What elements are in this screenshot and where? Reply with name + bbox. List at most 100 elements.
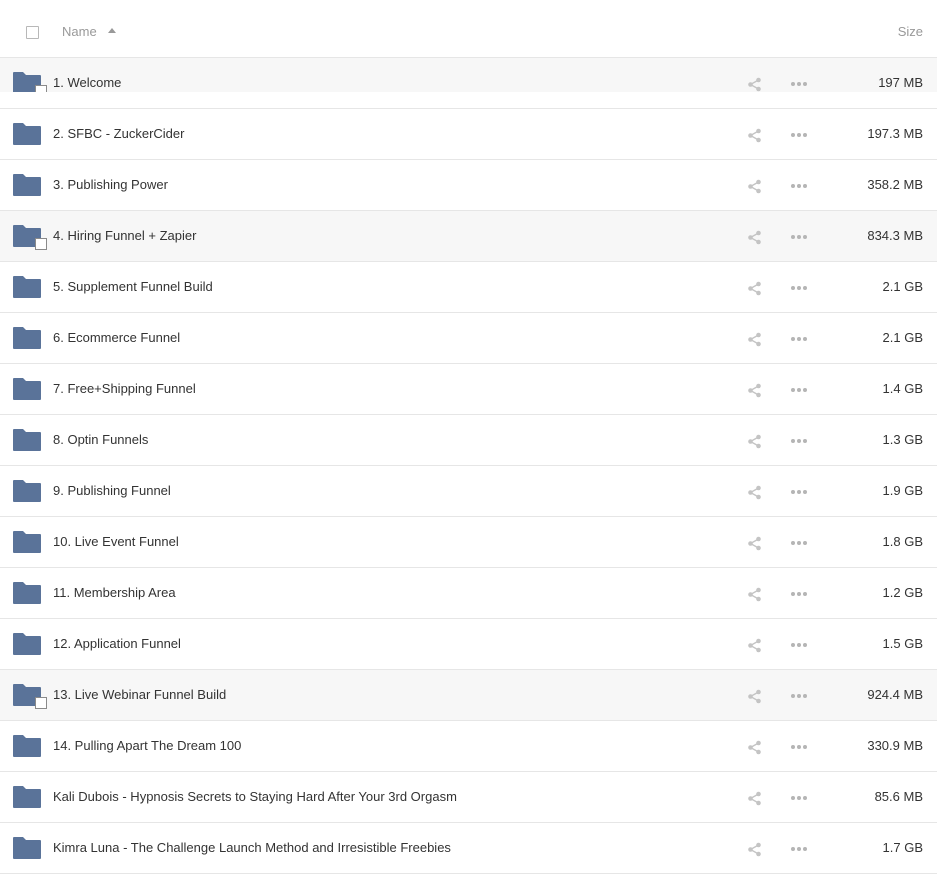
more-options-icon[interactable]	[791, 540, 807, 546]
sort-ascending-icon	[107, 28, 116, 33]
file-size: 358.2 MB	[867, 177, 923, 192]
file-row[interactable]: Kali Dubois - Hypnosis Secrets to Stayin…	[0, 772, 937, 823]
more-options-icon[interactable]	[791, 438, 807, 444]
file-size: 197.3 MB	[867, 126, 923, 141]
row-checkbox[interactable]	[35, 238, 47, 250]
file-row[interactable]: 5. Supplement Funnel Build 2.1 GB	[0, 262, 937, 313]
folder-icon	[13, 786, 41, 808]
more-options-icon[interactable]	[791, 81, 807, 87]
more-options-icon[interactable]	[791, 642, 807, 648]
share-icon[interactable]	[747, 77, 762, 92]
folder-icon	[13, 633, 41, 655]
file-name[interactable]: Kimra Luna - The Challenge Launch Method…	[53, 840, 451, 855]
select-all-checkbox[interactable]	[26, 26, 39, 39]
more-options-icon[interactable]	[791, 846, 807, 852]
file-name[interactable]: 4. Hiring Funnel + Zapier	[53, 228, 196, 243]
more-options-icon[interactable]	[791, 693, 807, 699]
more-options-icon[interactable]	[791, 183, 807, 189]
file-row[interactable]: Kimra Luna - The Challenge Launch Method…	[0, 823, 937, 874]
share-icon[interactable]	[747, 638, 762, 653]
file-name[interactable]: Kali Dubois - Hypnosis Secrets to Stayin…	[53, 789, 457, 804]
share-icon[interactable]	[747, 230, 762, 245]
row-checkbox[interactable]	[35, 697, 47, 709]
file-size: 1.2 GB	[882, 585, 923, 600]
file-size: 1.7 GB	[882, 840, 923, 855]
file-size: 1.9 GB	[882, 483, 923, 498]
file-row[interactable]: 12. Application Funnel 1.5 GB	[0, 619, 937, 670]
more-options-icon[interactable]	[791, 795, 807, 801]
name-column-header[interactable]: Name	[62, 24, 116, 39]
file-row[interactable]: 11. Membership Area 1.2 GB	[0, 568, 937, 619]
size-column-header[interactable]: Size	[898, 24, 923, 39]
more-options-icon[interactable]	[791, 234, 807, 240]
folder-icon	[13, 735, 41, 757]
file-size: 197 MB	[878, 75, 923, 90]
more-options-icon[interactable]	[791, 744, 807, 750]
more-options-icon[interactable]	[791, 132, 807, 138]
share-icon[interactable]	[747, 485, 762, 500]
share-icon[interactable]	[747, 281, 762, 296]
file-row[interactable]: 7. Free+Shipping Funnel 1.4 GB	[0, 364, 937, 415]
file-size: 330.9 MB	[867, 738, 923, 753]
file-name[interactable]: 1. Welcome	[53, 75, 121, 90]
file-name[interactable]: 3. Publishing Power	[53, 177, 168, 192]
more-options-icon[interactable]	[791, 591, 807, 597]
file-size: 2.1 GB	[882, 330, 923, 345]
file-size: 85.6 MB	[874, 789, 923, 804]
file-name[interactable]: 5. Supplement Funnel Build	[53, 279, 213, 294]
file-name[interactable]: 13. Live Webinar Funnel Build	[53, 687, 226, 702]
share-icon[interactable]	[747, 383, 762, 398]
file-name[interactable]: 2. SFBC - ZuckerCider	[53, 126, 184, 141]
file-name[interactable]: 12. Application Funnel	[53, 636, 181, 651]
file-name[interactable]: 6. Ecommerce Funnel	[53, 330, 180, 345]
more-options-icon[interactable]	[791, 285, 807, 291]
file-name[interactable]: 8. Optin Funnels	[53, 432, 148, 447]
file-row[interactable]: 6. Ecommerce Funnel 2.1 GB	[0, 313, 937, 364]
folder-icon	[13, 123, 41, 145]
more-options-icon[interactable]	[791, 387, 807, 393]
file-name[interactable]: 10. Live Event Funnel	[53, 534, 179, 549]
folder-icon	[13, 837, 41, 859]
file-row[interactable]: 8. Optin Funnels 1.3 GB	[0, 415, 937, 466]
file-name[interactable]: 11. Membership Area	[53, 585, 176, 600]
file-row[interactable]: 1. Welcome 197 MB	[0, 58, 937, 109]
folder-icon	[13, 429, 41, 451]
name-column-label: Name	[62, 24, 97, 39]
file-size: 1.3 GB	[882, 432, 923, 447]
share-icon[interactable]	[747, 740, 762, 755]
folder-icon	[13, 531, 41, 553]
folder-icon	[13, 276, 41, 298]
file-row[interactable]: 4. Hiring Funnel + Zapier 834.3 MB	[0, 211, 937, 262]
share-icon[interactable]	[747, 179, 762, 194]
share-icon[interactable]	[747, 128, 762, 143]
share-icon[interactable]	[747, 536, 762, 551]
folder-icon	[13, 480, 41, 502]
file-row[interactable]: 14. Pulling Apart The Dream 100 330.9 MB	[0, 721, 937, 772]
folder-icon	[13, 378, 41, 400]
share-icon[interactable]	[747, 587, 762, 602]
file-row[interactable]: 3. Publishing Power 358.2 MB	[0, 160, 937, 211]
folder-icon	[13, 582, 41, 604]
file-size: 1.8 GB	[882, 534, 923, 549]
file-name[interactable]: 7. Free+Shipping Funnel	[53, 381, 196, 396]
file-size: 924.4 MB	[867, 687, 923, 702]
more-options-icon[interactable]	[791, 336, 807, 342]
file-row[interactable]: 9. Publishing Funnel 1.9 GB	[0, 466, 937, 517]
row-checkbox[interactable]	[35, 85, 47, 97]
file-size: 1.5 GB	[882, 636, 923, 651]
share-icon[interactable]	[747, 689, 762, 704]
file-name[interactable]: 14. Pulling Apart The Dream 100	[53, 738, 241, 753]
file-size: 1.4 GB	[882, 381, 923, 396]
file-row[interactable]: 13. Live Webinar Funnel Build 924.4 MB	[0, 670, 937, 721]
share-icon[interactable]	[747, 791, 762, 806]
share-icon[interactable]	[747, 332, 762, 347]
file-row[interactable]: 10. Live Event Funnel 1.8 GB	[0, 517, 937, 568]
file-list-header: Name Size	[0, 0, 937, 58]
file-list: 1. Welcome 197 MB 2. SFBC - ZuckerCider 197…	[0, 58, 937, 874]
share-icon[interactable]	[747, 434, 762, 449]
file-size: 2.1 GB	[882, 279, 923, 294]
file-name[interactable]: 9. Publishing Funnel	[53, 483, 171, 498]
file-row[interactable]: 2. SFBC - ZuckerCider 197.3 MB	[0, 109, 937, 160]
more-options-icon[interactable]	[791, 489, 807, 495]
share-icon[interactable]	[747, 842, 762, 857]
